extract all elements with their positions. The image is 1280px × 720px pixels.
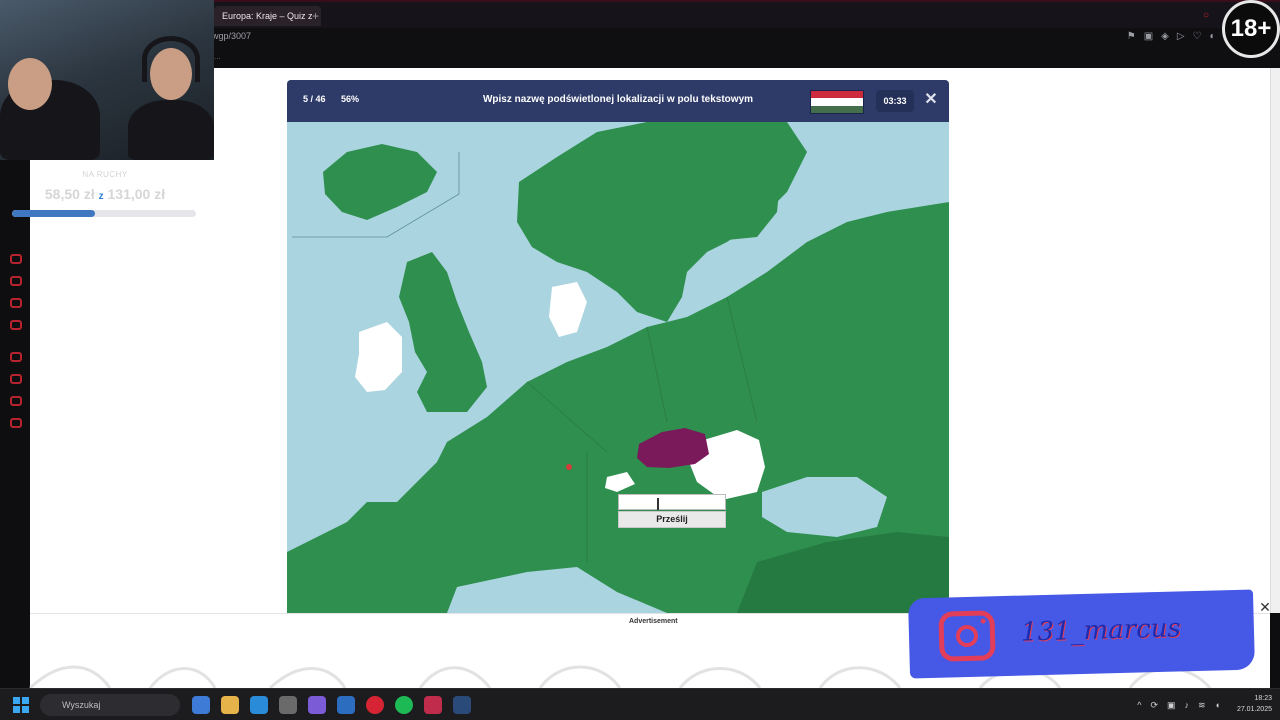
instagram-handle: 131_marcus xyxy=(1020,613,1182,648)
scrollbar[interactable] xyxy=(1270,68,1280,613)
score-percent: 56% xyxy=(341,94,360,104)
clock-time: 18:23 xyxy=(1254,695,1272,702)
steam-icon[interactable] xyxy=(453,696,471,714)
music-icon[interactable] xyxy=(424,696,442,714)
streamer-left-face xyxy=(8,58,52,110)
flag-stripe-middle xyxy=(811,98,863,106)
goal-amount: 58,50 zł z 131,00 zł xyxy=(30,186,180,202)
webcam-overlay xyxy=(0,0,214,160)
liechtenstein-marker[interactable] xyxy=(566,464,572,470)
heart-icon[interactable]: ♡ xyxy=(1193,30,1202,44)
text-cursor-icon xyxy=(657,498,659,510)
clock-icon[interactable] xyxy=(10,374,22,384)
mail-icon[interactable] xyxy=(10,320,22,330)
taskbar-search[interactable]: Wyszukaj xyxy=(40,694,180,716)
sync-icon[interactable]: ⟳ xyxy=(1150,694,1158,716)
flag-stripe-bottom xyxy=(811,105,863,113)
windows-start-icon[interactable] xyxy=(13,697,29,713)
taskbar-apps xyxy=(192,696,471,714)
quiz-panel: 5 / 46 56% Wpisz nazwę podświetlonej lok… xyxy=(287,80,949,613)
quiz-timer: 03:33 xyxy=(876,90,914,112)
europe-map[interactable] xyxy=(287,122,949,613)
mail-icon[interactable] xyxy=(337,696,355,714)
messenger-icon[interactable] xyxy=(10,276,22,286)
system-tray: ^ ⟳ ▣ ♪ ≋ ◖ xyxy=(1137,694,1220,716)
camera-icon[interactable] xyxy=(308,696,326,714)
browser-tab-quiz[interactable]: Europa: Kraje – Quiz z xyxy=(214,6,321,26)
screen: Europa: Kraje – Quiz z + ○ wgp/3007 ⚑ ▣ … xyxy=(0,0,1280,720)
goal-total: 131,00 zł xyxy=(107,186,166,202)
browser-toolbar: ⚑ ▣ ◈ ▷ ♡ ◐ ⤓ xyxy=(1127,30,1228,44)
clock-date: 27.01.2025 xyxy=(1236,706,1272,713)
goal-joiner: z xyxy=(98,191,104,202)
explorer-icon[interactable] xyxy=(221,696,239,714)
settings-icon[interactable] xyxy=(10,418,22,428)
start-tile xyxy=(13,697,20,704)
instagram-dot xyxy=(980,618,986,624)
search-icon[interactable]: ○ xyxy=(1203,10,1209,21)
copilot-icon[interactable] xyxy=(192,696,210,714)
submit-button[interactable]: Prześlij xyxy=(618,511,726,528)
instagram-overlay: 131_marcus xyxy=(908,589,1255,679)
black-sea xyxy=(762,477,887,537)
goal-current: 58,50 zł xyxy=(44,186,95,202)
headset-icon xyxy=(142,36,200,82)
url-text[interactable]: wgp/3007 xyxy=(212,31,251,41)
hungary-flag-icon xyxy=(810,90,864,114)
instagram-icon xyxy=(938,610,996,662)
question-counter: 5 / 46 xyxy=(303,94,326,104)
goal-progress-fill xyxy=(12,210,95,217)
taskbar: Wyszukaj ^ ⟳ ▣ ♪ ≋ ◖ 18:23 27.01.2025 xyxy=(0,688,1280,720)
shield-icon[interactable]: ◈ xyxy=(1161,30,1169,44)
screenshot-icon[interactable]: ▣ xyxy=(1144,30,1153,44)
account-icon[interactable]: ◐ xyxy=(1210,30,1216,44)
flag-stripe-top xyxy=(811,91,863,99)
spotify-icon[interactable] xyxy=(395,696,413,714)
quiz-prompt: Wpisz nazwę podświetlonej lokalizacji w … xyxy=(482,94,754,105)
answer-input[interactable] xyxy=(618,494,726,510)
history-icon[interactable] xyxy=(10,254,22,264)
start-tile xyxy=(13,706,20,713)
start-tile xyxy=(22,706,29,713)
bookmarks-overflow[interactable]: ... xyxy=(214,52,221,61)
sidebar-rail xyxy=(0,68,30,688)
streamer-right-body xyxy=(128,100,214,160)
volume-icon[interactable]: ◖ xyxy=(1215,694,1220,716)
close-icon[interactable]: ✕ xyxy=(1258,600,1272,614)
start-tile xyxy=(22,697,29,704)
plus-icon[interactable]: + xyxy=(312,8,319,24)
pin-icon[interactable]: ⚑ xyxy=(1127,30,1136,44)
player-icon[interactable] xyxy=(10,352,22,362)
taskbar-clock[interactable]: 18:23 27.01.2025 xyxy=(1237,693,1272,715)
age-rating-badge: 18+ xyxy=(1222,0,1280,58)
close-icon[interactable]: ✕ xyxy=(921,88,941,112)
mic-icon[interactable]: ♪ xyxy=(1185,694,1190,716)
discord-icon[interactable] xyxy=(10,298,22,308)
instagram-lens xyxy=(955,624,979,648)
edge-icon[interactable] xyxy=(250,696,268,714)
play-icon[interactable]: ▷ xyxy=(1177,30,1185,44)
extensions-icon[interactable] xyxy=(10,396,22,406)
goal-progress-bar xyxy=(12,210,196,217)
opera-icon[interactable] xyxy=(366,696,384,714)
chevron-up-icon[interactable]: ^ xyxy=(1137,694,1141,716)
calculator-icon[interactable] xyxy=(279,696,297,714)
wifi-icon[interactable]: ≋ xyxy=(1198,694,1206,716)
goal-label: NA RUCHY xyxy=(82,170,128,179)
quiz-header: 5 / 46 56% Wpisz nazwę podświetlonej lok… xyxy=(287,80,949,122)
ad-label: Advertisement xyxy=(629,618,678,625)
app-tray-icon[interactable]: ▣ xyxy=(1167,694,1176,716)
